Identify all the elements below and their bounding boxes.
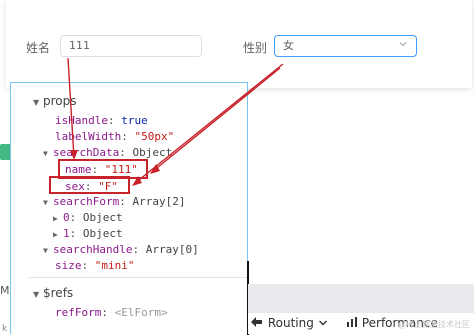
sex-label: 性别 (243, 41, 268, 55)
expand-triangle-icon: ▼ (33, 290, 40, 299)
sex-select-value: 女 (283, 39, 294, 52)
ref-refForm: refForm: <ElForm> (55, 306, 168, 319)
routing-tab[interactable]: Routing (250, 316, 328, 330)
prop-labelWidth: labelWidth: "50px" (55, 130, 175, 143)
expand-triangle-icon: ▼ (43, 149, 48, 158)
edge-letter: M (0, 284, 10, 297)
prop-searchForm[interactable]: ▼ searchForm: Array[2] (43, 195, 185, 210)
performance-icon (347, 317, 357, 327)
prop-searchForm-item-0[interactable]: ▶ 0: Object (53, 211, 123, 226)
expand-triangle-icon: ▼ (43, 198, 48, 207)
refs-section[interactable]: ▼ $refs (33, 286, 73, 302)
panel-background (248, 284, 474, 312)
component-state-tree: ▼ props isHandle: true labelWidth: "50px"… (11, 83, 247, 335)
edge-letter-k: k (2, 324, 8, 334)
expand-triangle-icon: ▼ (33, 98, 40, 107)
chevron-down-icon (398, 39, 408, 53)
routing-icon (251, 317, 262, 327)
watermark: @稀土掘金技术社区 (398, 320, 470, 329)
section-divider (29, 277, 247, 278)
prop-size: size: "mini" (55, 259, 135, 272)
devtools-bottom-toolbar: Routing Performance @稀土掘金技术社区 (248, 312, 474, 334)
search-form: 姓名 111 性别 女 (6, 0, 472, 88)
prop-searchForm-item-1[interactable]: ▶ 1: Object (53, 227, 123, 242)
props-section[interactable]: ▼ props (33, 94, 77, 110)
name-input-value: 111 (69, 39, 90, 52)
prop-isHandle: isHandle: true (55, 114, 148, 127)
highlight-sex-box (49, 176, 130, 194)
collapse-triangle-icon: ▶ (53, 214, 58, 223)
component-highlight-tab (0, 144, 10, 160)
name-input[interactable]: 111 (60, 35, 202, 57)
chevron-down-icon (318, 320, 327, 326)
vue-devtools-inspector: ▼ props isHandle: true labelWidth: "50px"… (10, 82, 249, 335)
sex-select[interactable]: 女 (274, 35, 417, 57)
prop-searchHandle[interactable]: ▼ searchHandle: Array[0] (43, 243, 199, 258)
collapse-triangle-icon: ▶ (53, 230, 58, 239)
expand-triangle-icon: ▼ (43, 246, 48, 255)
name-label: 姓名 (26, 41, 51, 55)
